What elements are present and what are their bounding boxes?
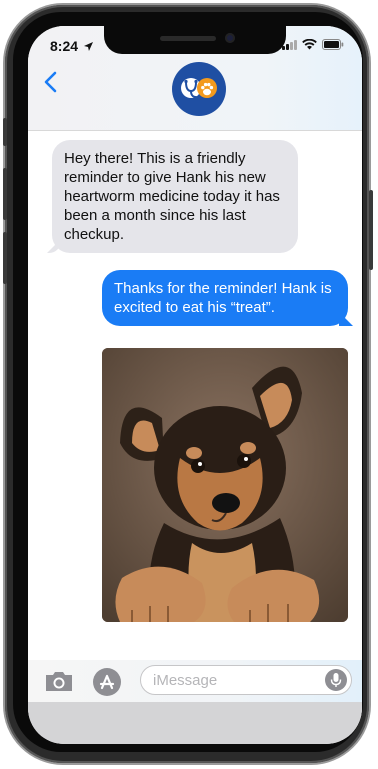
puppy-photo-attachment[interactable] [102, 348, 348, 622]
power-button [369, 190, 373, 270]
notch [104, 26, 286, 54]
outgoing-message-bubble[interactable]: Thanks for the reminder! Hank is excited… [102, 270, 348, 326]
volume-up-button [3, 168, 7, 220]
app-store-icon[interactable] [92, 667, 122, 697]
battery-icon [322, 39, 344, 50]
contact-avatar[interactable] [172, 62, 226, 116]
back-chevron-icon[interactable] [40, 70, 64, 94]
vet-stethoscope-paw-icon [181, 78, 217, 99]
puppy-photo-image [102, 348, 348, 622]
status-time: 8:24 [50, 38, 93, 54]
message-input-bar: iMessage [28, 660, 362, 702]
keyboard-tray [28, 702, 362, 744]
wifi-icon [302, 39, 317, 50]
status-icons [282, 39, 344, 50]
microphone-icon[interactable] [325, 669, 347, 691]
phone-screen: 8:24 Hey there! This is a friendly remin… [28, 26, 362, 744]
time-text: 8:24 [50, 38, 79, 54]
message-thread: Hey there! This is a friendly reminder t… [28, 130, 362, 660]
mute-switch [3, 118, 7, 146]
imessage-input[interactable]: iMessage [140, 665, 352, 695]
volume-down-button [3, 232, 7, 284]
front-camera [225, 33, 235, 43]
imessage-placeholder: iMessage [153, 672, 218, 689]
camera-icon[interactable] [44, 670, 74, 692]
speaker-grille [160, 36, 216, 41]
incoming-message-bubble[interactable]: Hey there! This is a friendly reminder t… [52, 140, 298, 253]
location-arrow-icon [83, 42, 93, 51]
